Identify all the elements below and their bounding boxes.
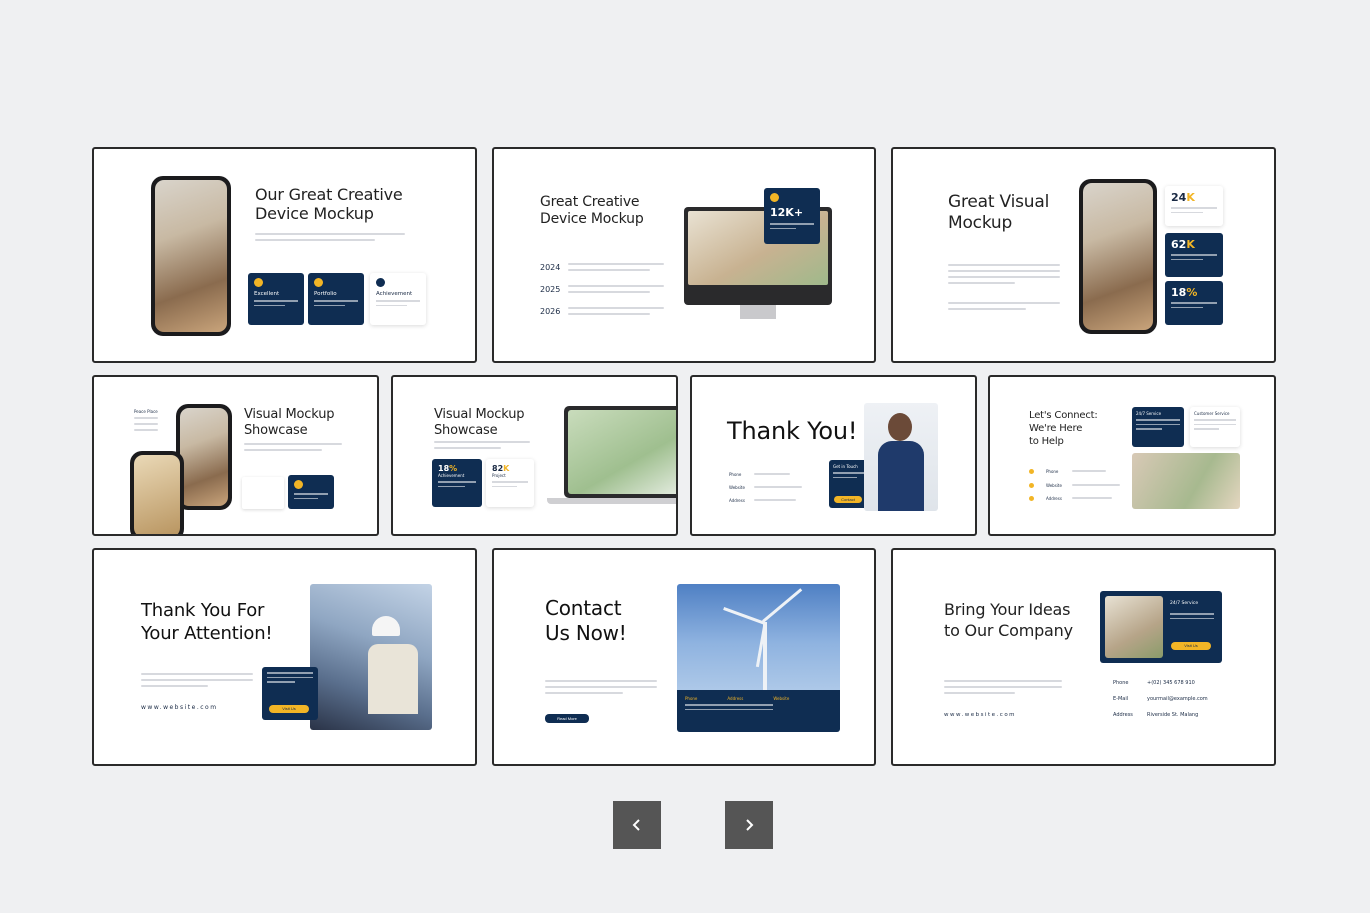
prev-button[interactable]: [613, 801, 661, 849]
slide-title: Let's Connect: We're Here to Help: [1029, 410, 1098, 447]
slide-thumbnail-8[interactable]: Thank You For Your Attention! www.websit…: [92, 548, 477, 766]
phone-mockup: [151, 176, 231, 336]
slide-title: Our Great Creative Device Mockup: [255, 185, 403, 223]
slide-title: Thank You For Your Attention!: [141, 600, 273, 644]
slide-title: Visual Mockup Showcase: [244, 407, 335, 438]
contact-pill: Contact: [834, 496, 862, 503]
slide-thumbnail-6[interactable]: Thank You! Phone Website Address Get in …: [690, 375, 977, 536]
phone-mockup: [176, 404, 232, 510]
slide-title: Visual Mockup Showcase: [434, 407, 525, 438]
stat-card: Achievement: [370, 273, 426, 325]
slide-title: Contact Us Now!: [545, 596, 627, 645]
slide-thumbnail-1[interactable]: Our Great Creative Device Mockup Excelle…: [92, 147, 477, 363]
woman-photo: [1105, 596, 1163, 658]
visit-button: Visit Us: [1171, 642, 1211, 650]
visit-button: Visit Us: [269, 705, 309, 713]
slide-thumbnail-3[interactable]: Great Visual Mockup 24K 62K 18%: [891, 147, 1276, 363]
slide-thumbnail-2[interactable]: Great Creative Device Mockup 2024 2025 2…: [492, 147, 876, 363]
slide-title: Bring Your Ideas to Our Company: [944, 600, 1073, 640]
worker-photo: [310, 584, 432, 730]
stat-card: Portfolio: [308, 273, 364, 325]
slide-thumbnail-7[interactable]: Let's Connect: We're Here to Help Phone …: [988, 375, 1276, 536]
slide-thumbnail-9[interactable]: Contact Us Now! Read More Phone Address …: [492, 548, 876, 766]
slide-title: Great Creative Device Mockup: [540, 194, 644, 227]
person-photo: [864, 403, 938, 511]
phone-mockup: [130, 451, 184, 534]
chevron-left-icon: [632, 819, 640, 831]
website-text: www.website.com: [944, 712, 1017, 718]
stat-card: Excellent: [248, 273, 304, 325]
slide-thumbnail-5[interactable]: Visual Mockup Showcase 18% Achievement 8…: [391, 375, 678, 536]
phone-mockup: [1079, 179, 1157, 334]
read-more-button: Read More: [545, 714, 589, 723]
slide-thumbnail-4[interactable]: Peace Place Visual Mockup Showcase: [92, 375, 379, 536]
laptop-mockup: [564, 406, 676, 498]
website-text: www.website.com: [141, 704, 218, 711]
next-button[interactable]: [725, 801, 773, 849]
people-photo: [1132, 453, 1240, 509]
slide-title: Great Visual Mockup: [948, 192, 1050, 233]
slide-thumbnail-10[interactable]: Bring Your Ideas to Our Company www.webs…: [891, 548, 1276, 766]
chevron-right-icon: [746, 819, 754, 831]
slide-title: Thank You!: [727, 417, 858, 445]
